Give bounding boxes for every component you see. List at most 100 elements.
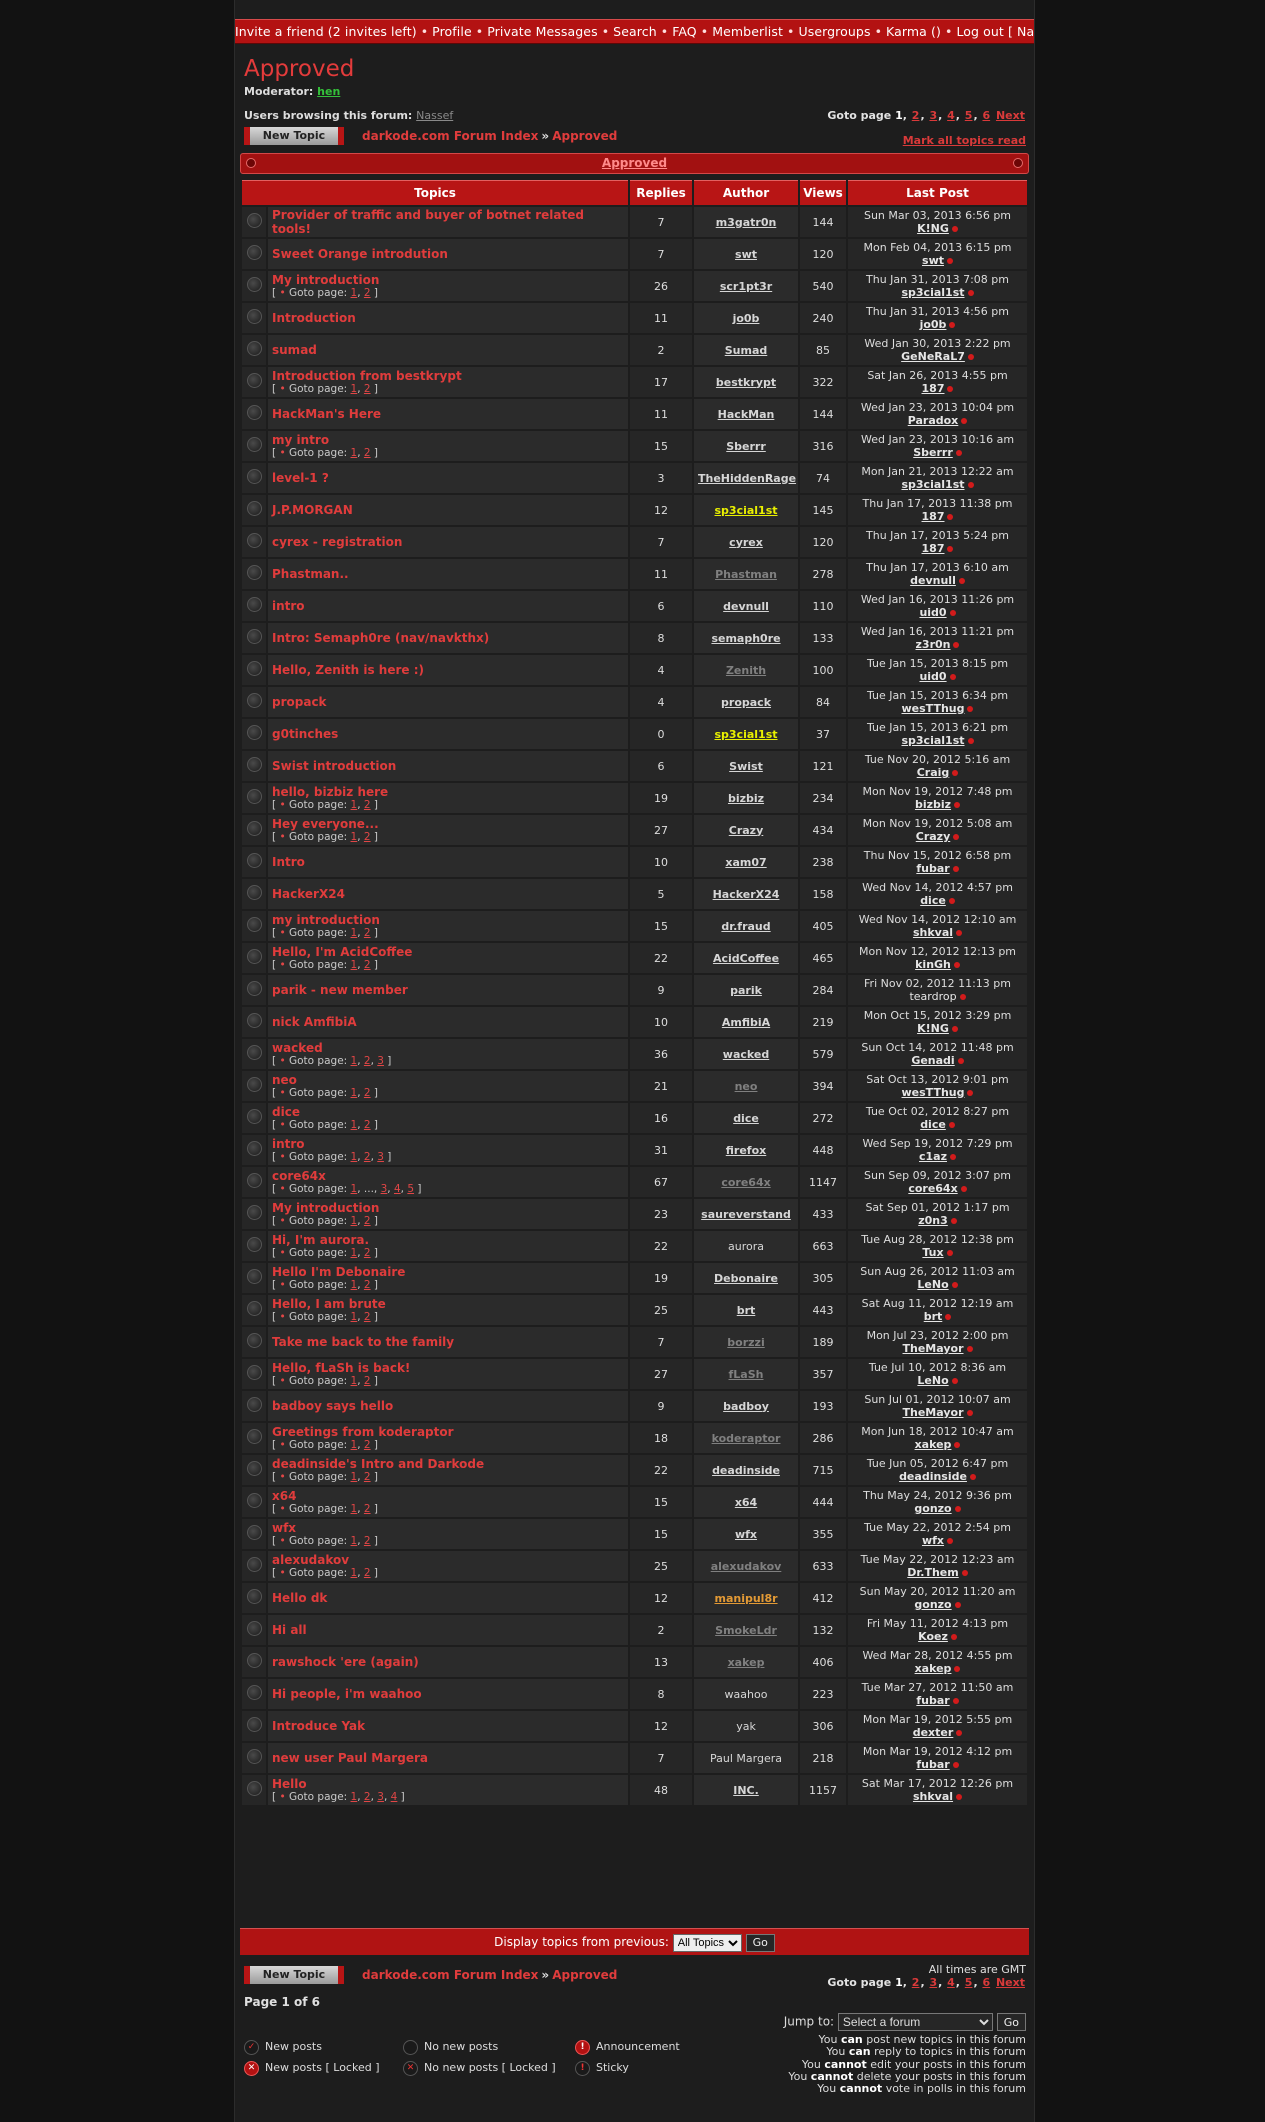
author-link[interactable]: fLaSh [694, 1359, 799, 1389]
topic-page-link[interactable]: 2 [364, 1503, 371, 1515]
author-link[interactable]: propack [694, 687, 799, 717]
last-post-user-link[interactable]: 187 [922, 382, 945, 395]
author-link[interactable]: dice [694, 1103, 799, 1133]
last-post-user-link[interactable]: LeNo [917, 1278, 948, 1291]
topic-title-link[interactable]: level-1 ? [272, 471, 624, 485]
topic-page-link[interactable]: 1 [351, 799, 358, 811]
view-latest-post-icon[interactable] [952, 866, 959, 872]
topic-title-link[interactable]: Hi people, i'm waahoo [272, 1687, 624, 1701]
view-latest-post-icon[interactable] [959, 994, 966, 1000]
topic-page-link[interactable]: 2 [364, 447, 371, 459]
topic-title-link[interactable]: nick AmfibiA [272, 1015, 624, 1029]
author-link[interactable]: TheHiddenRage [694, 463, 799, 493]
topic-title-link[interactable]: Phastman.. [272, 567, 624, 581]
last-post-user-link[interactable]: 187 [922, 542, 945, 555]
breadcrumb-index-link[interactable]: darkode.com Forum Index [362, 1968, 538, 1982]
topic-page-link[interactable]: 3 [381, 1183, 388, 1195]
last-post-user-link[interactable]: shkval [913, 926, 953, 939]
topic-title-link[interactable]: cyrex - registration [272, 535, 624, 549]
view-latest-post-icon[interactable] [951, 1282, 958, 1288]
view-latest-post-icon[interactable] [960, 1186, 967, 1192]
topic-page-link[interactable]: 2 [364, 1567, 371, 1579]
topic-page-link[interactable]: 2 [364, 1535, 371, 1547]
topic-page-link[interactable]: 1 [351, 1247, 358, 1259]
nav-item[interactable]: FAQ [672, 24, 697, 39]
topic-page-link[interactable]: 2 [364, 1055, 371, 1067]
last-post-user-link[interactable]: c1az [919, 1150, 947, 1163]
topic-title-link[interactable]: new user Paul Margera [272, 1751, 624, 1765]
author-link[interactable]: parik [694, 975, 799, 1005]
last-post-user-link[interactable]: wfx [922, 1534, 944, 1547]
last-post-user-link[interactable]: GeNeRaL7 [901, 350, 965, 363]
topic-title-link[interactable]: badboy says hello [272, 1399, 624, 1413]
topic-title-link[interactable]: core64x [272, 1169, 624, 1183]
last-post-user-link[interactable]: shkval [913, 1790, 953, 1803]
view-latest-post-icon[interactable] [961, 1570, 968, 1576]
topic-page-link[interactable]: 3 [377, 1151, 384, 1163]
topic-title-link[interactable]: My introduction [272, 1201, 624, 1215]
last-post-user-link[interactable]: xakep [915, 1438, 952, 1451]
topic-page-link[interactable]: 2 [364, 927, 371, 939]
topic-page-link[interactable]: 1 [351, 1183, 358, 1195]
last-post-user-link[interactable]: dexter [913, 1726, 954, 1739]
view-latest-post-icon[interactable] [967, 738, 974, 744]
last-post-user-link[interactable]: TheMayor [903, 1406, 964, 1419]
browsing-user-link[interactable]: Nassef [416, 109, 453, 122]
view-latest-post-icon[interactable] [950, 1634, 957, 1640]
last-post-user-link[interactable]: bizbiz [915, 798, 951, 811]
topic-page-link[interactable]: 2 [364, 383, 371, 395]
view-latest-post-icon[interactable] [954, 802, 961, 808]
last-post-user-link[interactable]: swt [922, 254, 944, 267]
topic-page-link[interactable]: 2 [364, 1311, 371, 1323]
topic-page-link[interactable]: 2 [364, 1247, 371, 1259]
topic-page-link[interactable]: 3 [377, 1791, 384, 1803]
topic-title-link[interactable]: deadinside's Intro and Darkode [272, 1457, 624, 1471]
author-link[interactable]: devnull [694, 591, 799, 621]
nav-item[interactable]: Profile [432, 24, 472, 39]
last-post-user-link[interactable]: gonzo [914, 1598, 951, 1611]
topic-title-link[interactable]: Hello, I am brute [272, 1297, 624, 1311]
page-link[interactable]: 5 [965, 1976, 973, 1989]
author-link[interactable]: alexudakov [694, 1551, 799, 1581]
topic-title-link[interactable]: x64 [272, 1489, 624, 1503]
author-link[interactable]: badboy [694, 1391, 799, 1421]
last-post-user-link[interactable]: Genadi [911, 1054, 954, 1067]
author-link[interactable]: wfx [694, 1519, 799, 1549]
topic-title-link[interactable]: Provider of traffic and buyer of botnet … [272, 208, 624, 236]
last-post-user-link[interactable]: deadinside [899, 1470, 967, 1483]
author-link[interactable]: Debonaire [694, 1263, 799, 1293]
topic-page-link[interactable]: 2 [364, 1279, 371, 1291]
view-latest-post-icon[interactable] [947, 386, 954, 392]
topic-page-link[interactable]: 2 [364, 1151, 371, 1163]
view-latest-post-icon[interactable] [954, 1602, 961, 1608]
view-latest-post-icon[interactable] [953, 962, 960, 968]
last-post-user-link[interactable]: sp3cial1st [901, 286, 964, 299]
author-link[interactable]: sp3cial1st [694, 719, 799, 749]
view-latest-post-icon[interactable] [953, 642, 960, 648]
breadcrumb-index-link[interactable]: darkode.com Forum Index [362, 129, 538, 143]
topic-title-link[interactable]: My introduction [272, 273, 624, 287]
topic-page-link[interactable]: 1 [351, 1375, 358, 1387]
author-link[interactable]: scr1pt3r [694, 271, 799, 301]
topic-page-link[interactable]: 2 [364, 1471, 371, 1483]
topic-title-link[interactable]: wacked [272, 1041, 624, 1055]
topic-page-link[interactable]: 1 [351, 927, 358, 939]
last-post-user-link[interactable]: z3r0n [916, 638, 951, 651]
topic-page-link[interactable]: 1 [351, 1535, 358, 1547]
last-post-user-link[interactable]: TheMayor [903, 1342, 964, 1355]
topic-title-link[interactable]: Greetings from koderaptor [272, 1425, 624, 1439]
view-latest-post-icon[interactable] [958, 578, 965, 584]
last-post-user-link[interactable]: wesTThug [902, 1086, 965, 1099]
last-post-user-link[interactable]: Sberrr [913, 446, 953, 459]
topic-page-link[interactable]: 3 [377, 1055, 384, 1067]
page-link[interactable]: 3 [929, 1976, 937, 1989]
view-latest-post-icon[interactable] [966, 1410, 973, 1416]
last-post-user-link[interactable]: fubar [916, 1758, 949, 1771]
display-go-button[interactable]: Go [745, 1933, 775, 1952]
view-latest-post-icon[interactable] [953, 834, 960, 840]
author-link[interactable]: aurora [694, 1231, 799, 1261]
view-latest-post-icon[interactable] [956, 1794, 963, 1800]
last-post-user-link[interactable]: Paradox [908, 414, 959, 427]
topic-page-link[interactable]: 1 [351, 1087, 358, 1099]
page-link[interactable]: 4 [947, 1976, 955, 1989]
